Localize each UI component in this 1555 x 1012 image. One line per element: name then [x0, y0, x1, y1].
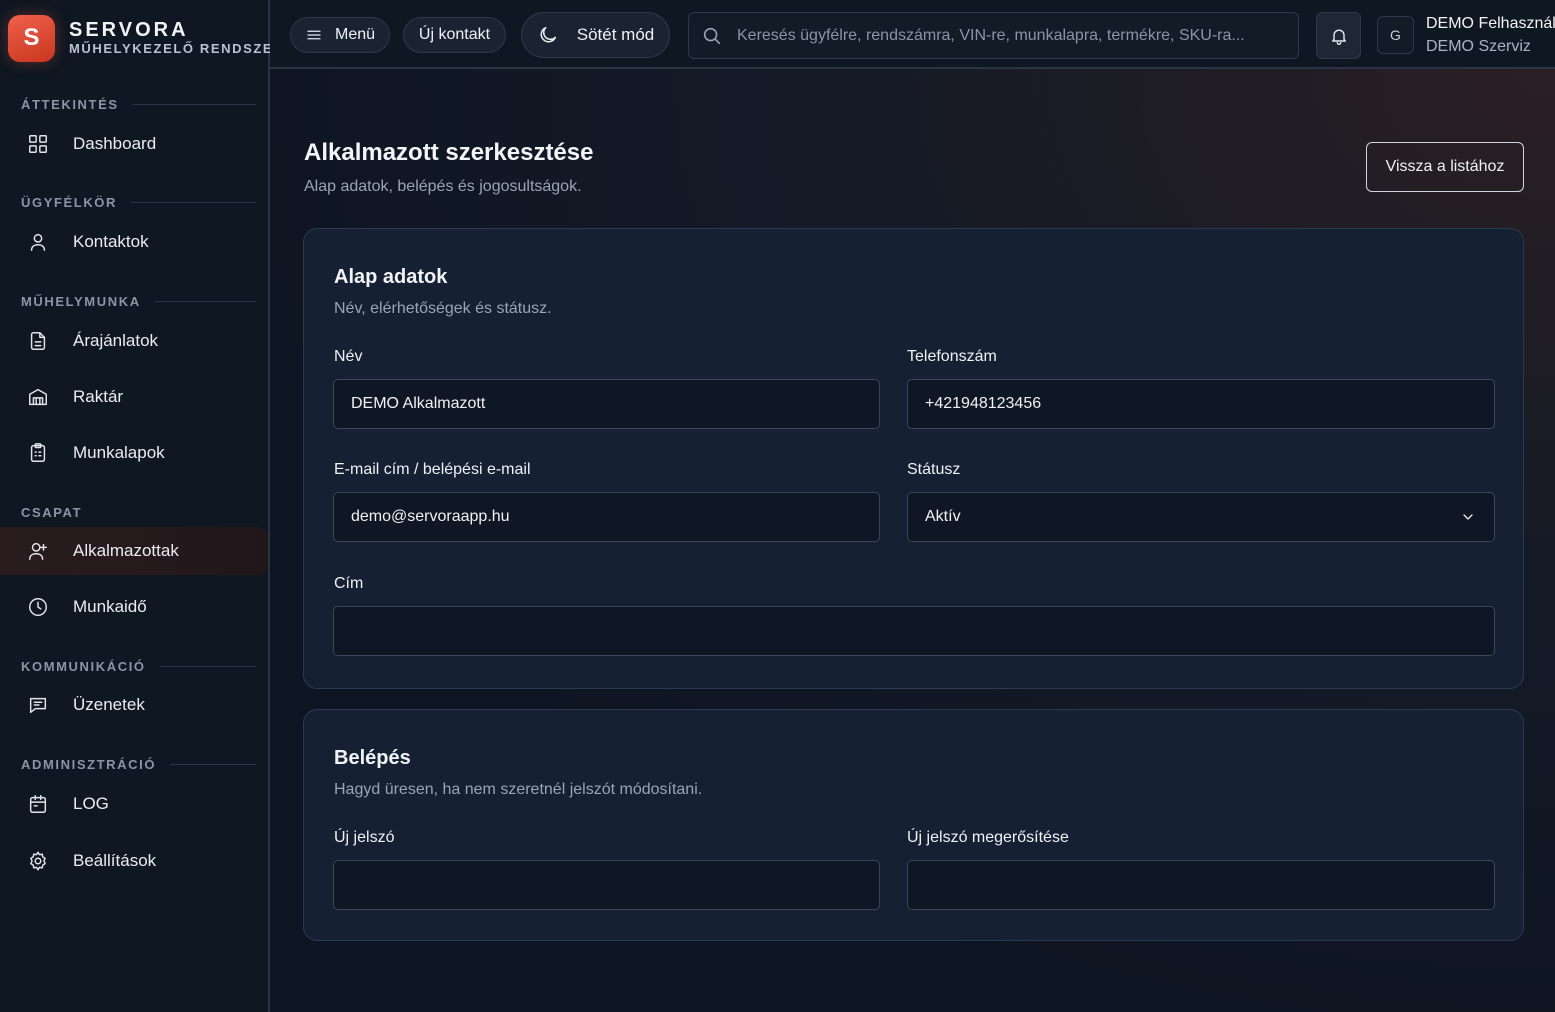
sidebar-item-quotes[interactable]: Árajánlatok — [0, 317, 268, 365]
page-title: Alkalmazott szerkesztése — [304, 139, 594, 166]
app-root: S SERVORA MŰHELYKEZELŐ RENDSZER ÁTTEKINT… — [0, 0, 1555, 1012]
user-info[interactable]: DEMO Felhasználó DEMO Szerviz — [1426, 13, 1555, 59]
phone-field[interactable]: +421948123456 — [907, 379, 1495, 429]
search-input[interactable] — [737, 13, 1298, 58]
menu-button[interactable]: Menü — [290, 17, 390, 53]
section-label-admin: ADMINISZTRÁCIÓ — [21, 756, 256, 772]
basic-data-card: Alap adatok Név, elérhetőségek és státus… — [303, 228, 1524, 689]
section-label-team: CSAPAT — [21, 504, 83, 520]
confirm-password-label: Új jelszó megerősítése — [907, 829, 1069, 846]
sidebar-item-settings[interactable]: Beállítások — [0, 837, 268, 885]
gear-icon — [26, 849, 50, 873]
main-content: Alkalmazott szerkesztése Alap adatok, be… — [270, 69, 1555, 1012]
name-field[interactable]: DEMO Alkalmazott — [333, 379, 880, 429]
sidebar-item-label: Kontaktok — [73, 232, 149, 251]
search-bar[interactable] — [688, 12, 1299, 59]
message-icon — [26, 693, 50, 717]
sidebar-item-messages[interactable]: Üzenetek — [0, 681, 268, 729]
email-field[interactable]: demo@servoraapp.hu — [333, 492, 880, 542]
card-title: Belépés — [334, 747, 411, 769]
document-icon — [26, 329, 50, 353]
section-label-clients: ÜGYFÉLKÖR — [21, 194, 256, 210]
user-icon — [26, 230, 50, 254]
chevron-down-icon — [1463, 514, 1473, 520]
card-subtitle: Hagyd üresen, ha nem szeretnél jelszót m… — [334, 781, 703, 798]
sidebar-item-employees[interactable]: Alkalmazottak — [0, 527, 268, 575]
section-label-workshop: MŰHELYMUNKA — [21, 293, 256, 309]
sidebar-item-dashboard[interactable]: Dashboard — [0, 120, 268, 168]
dark-mode-toggle[interactable]: Sötét mód — [521, 12, 670, 58]
sidebar-item-log[interactable]: LOG — [0, 780, 268, 828]
user-organization: DEMO Szerviz — [1426, 38, 1531, 55]
sidebar-item-label: LOG — [73, 794, 109, 813]
card-title: Alap adatok — [334, 266, 448, 288]
sidebar-item-label: Üzenetek — [73, 695, 145, 714]
sidebar-item-warehouse[interactable]: Raktár — [0, 373, 268, 421]
user-name: DEMO Felhasználó — [1426, 15, 1555, 32]
brand[interactable]: S SERVORA MŰHELYKEZELŐ RENDSZER — [8, 13, 284, 63]
warehouse-icon — [26, 385, 50, 409]
topbar: Menü Új kontakt Sötét mód G DEMO Felhasz… — [270, 0, 1555, 69]
status-label: Státusz — [907, 461, 961, 478]
phone-label: Telefonszám — [907, 348, 997, 365]
hamburger-icon — [307, 30, 321, 40]
grid-icon — [26, 132, 50, 156]
status-select[interactable]: Aktív — [907, 492, 1495, 542]
sidebar-item-worksheets[interactable]: Munkalapok — [0, 429, 268, 477]
avatar[interactable]: G — [1377, 16, 1414, 54]
sidebar-item-label: Munkaidő — [73, 597, 147, 616]
sidebar-item-label: Alkalmazottak — [73, 541, 179, 560]
sidebar-item-worktime[interactable]: Munkaidő — [0, 583, 268, 631]
sidebar-item-label: Dashboard — [73, 134, 157, 153]
sidebar: S SERVORA MŰHELYKEZELŐ RENDSZER ÁTTEKINT… — [0, 0, 283, 1012]
clock-icon — [26, 595, 50, 619]
brand-name: SERVORA — [69, 19, 189, 41]
new-password-field[interactable] — [333, 860, 880, 910]
page-subtitle: Alap adatok, belépés és jogosultságok. — [304, 178, 582, 195]
notifications-button[interactable] — [1316, 12, 1361, 59]
back-to-list-button[interactable]: Vissza a listához — [1366, 142, 1524, 192]
new-contact-button[interactable]: Új kontakt — [403, 17, 506, 53]
sidebar-item-label: Raktár — [73, 387, 124, 406]
calendar-icon — [26, 792, 50, 816]
moon-icon — [540, 26, 556, 43]
name-label: Név — [334, 348, 363, 365]
brand-logo: S — [8, 14, 55, 62]
sidebar-item-label: Munkalapok — [73, 443, 165, 462]
brand-subtitle: MŰHELYKEZELŐ RENDSZER — [69, 41, 285, 56]
confirm-password-field[interactable] — [907, 860, 1495, 910]
user-plus-icon — [26, 539, 50, 563]
login-card: Belépés Hagyd üresen, ha nem szeretnél j… — [303, 709, 1524, 941]
sidebar-item-contacts[interactable]: Kontaktok — [0, 218, 268, 266]
section-label-communication: KOMMUNIKÁCIÓ — [21, 658, 256, 674]
address-field[interactable] — [333, 606, 1495, 656]
status-value: Aktív — [925, 508, 961, 525]
sidebar-item-label: Árajánlatok — [73, 331, 159, 350]
new-password-label: Új jelszó — [334, 829, 395, 846]
bell-icon — [1331, 29, 1346, 45]
section-label-overview: ÁTTEKINTÉS — [21, 96, 256, 112]
card-subtitle: Név, elérhetőségek és státusz. — [334, 300, 552, 317]
email-label: E-mail cím / belépési e-mail — [334, 461, 531, 478]
search-icon — [703, 27, 721, 44]
sidebar-item-label: Beállítások — [73, 851, 157, 870]
clipboard-icon — [26, 441, 50, 465]
address-label: Cím — [334, 575, 364, 592]
